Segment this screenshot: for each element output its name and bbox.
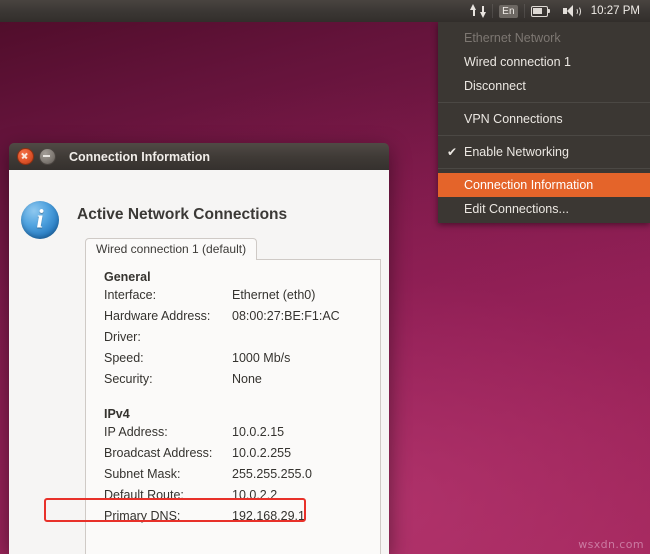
clock-indicator[interactable]: 10:27 PM [587,5,650,17]
tab-wired-connection-1[interactable]: Wired connection 1 (default) [85,238,258,260]
row-value: 10.0.2.255 [232,446,292,460]
menu-separator [438,135,650,136]
info-row-security: Security: None [86,372,380,393]
info-row-default-route: Default Route: 10.0.2.2 [86,488,380,509]
row-label: Broadcast Address: [104,446,213,460]
info-row-hardware-address: Hardware Address: 08:00:27:BE:F1:AC [86,309,380,330]
info-row-broadcast-address: Broadcast Address: 10.0.2.255 [86,446,380,467]
row-label: Speed: [104,351,144,365]
info-row-driver: Driver: [86,330,380,351]
row-label: Default Route: [104,488,184,502]
menu-separator [438,168,650,169]
info-icon-letter: i [36,204,44,234]
menu-item-wired-connection-1[interactable]: Wired connection 1 [438,50,650,74]
row-label: Primary DNS: [104,509,181,523]
volume-indicator[interactable] [557,0,587,22]
row-value: 10.0.2.15 [232,425,285,439]
battery-indicator[interactable] [525,0,557,22]
speaker-icon [562,4,582,18]
info-row-ip-address: IP Address: 10.0.2.15 [86,425,380,446]
tab-page-wired-connection-1: General Interface: Ethernet (eth0) Hardw… [85,260,381,554]
menu-item-edit-connections[interactable]: Edit Connections... [438,197,650,221]
row-value: Ethernet (eth0) [232,288,316,302]
page-title: Active Network Connections [77,206,288,223]
desktop-screen: En 10:27 PM Ethernet Network Wired conne… [0,0,650,554]
connection-notebook: Wired connection 1 (default) General Int… [85,238,381,554]
row-label: IP Address: [104,425,168,439]
menu-item-ethernet-network: Ethernet Network [438,26,650,50]
row-value: 255.255.255.0 [232,467,312,481]
watermark: wsxdn.com [578,538,644,551]
info-row-speed: Speed: 1000 Mb/s [86,351,380,372]
row-label: Security: [104,372,153,386]
menu-item-label: Disconnect [464,79,526,93]
connection-information-dialog: Connection Information i Active Network … [9,143,389,554]
row-label: Subnet Mask: [104,467,181,481]
menu-item-label: Wired connection 1 [464,55,572,69]
keyboard-layout-label: En [499,4,518,18]
row-label: Interface: [104,288,157,302]
dialog-titlebar[interactable]: Connection Information [9,143,389,170]
row-value: None [232,372,262,386]
row-label: Hardware Address: [104,309,211,323]
network-indicator[interactable] [464,0,492,22]
menu-item-vpn-connections[interactable]: VPN Connections [438,107,650,131]
info-row-primary-dns: Primary DNS: 192.168.29.1 [86,509,380,530]
top-panel: En 10:27 PM [0,0,650,22]
menu-item-label: Edit Connections... [464,202,569,216]
row-value: 192.168.29.1 [232,509,305,523]
section-title-ipv4: IPv4 [104,407,130,421]
minimize-icon[interactable] [39,148,56,165]
menu-item-label: Enable Networking [464,145,569,159]
network-menu: Ethernet Network Wired connection 1 Disc… [438,22,650,223]
info-row-subnet-mask: Subnet Mask: 255.255.255.0 [86,467,380,488]
row-value: 08:00:27:BE:F1:AC [232,309,340,323]
menu-item-connection-information[interactable]: Connection Information [438,173,650,197]
tab-strip: Wired connection 1 (default) [85,238,381,260]
row-value: 1000 Mb/s [232,351,291,365]
menu-item-label: VPN Connections [464,112,563,126]
menu-separator [438,102,650,103]
row-value: 10.0.2.2 [232,488,278,502]
info-icon: i [21,201,59,239]
dialog-title: Connection Information [69,149,210,164]
dialog-body: i Active Network Connections Wired conne… [9,170,389,554]
row-label: Driver: [104,330,141,344]
keyboard-layout-indicator[interactable]: En [493,0,524,22]
menu-item-disconnect[interactable]: Disconnect [438,74,650,98]
checkmark-icon: ✔ [447,145,458,159]
battery-icon [530,5,551,17]
section-title-general: General [104,270,151,284]
menu-item-label: Connection Information [464,178,594,192]
close-icon[interactable] [17,148,34,165]
menu-item-enable-networking[interactable]: ✔ Enable Networking [438,140,650,164]
info-row-interface: Interface: Ethernet (eth0) [86,288,380,309]
network-arrows-icon [470,4,487,18]
menu-item-label: Ethernet Network [464,31,561,45]
